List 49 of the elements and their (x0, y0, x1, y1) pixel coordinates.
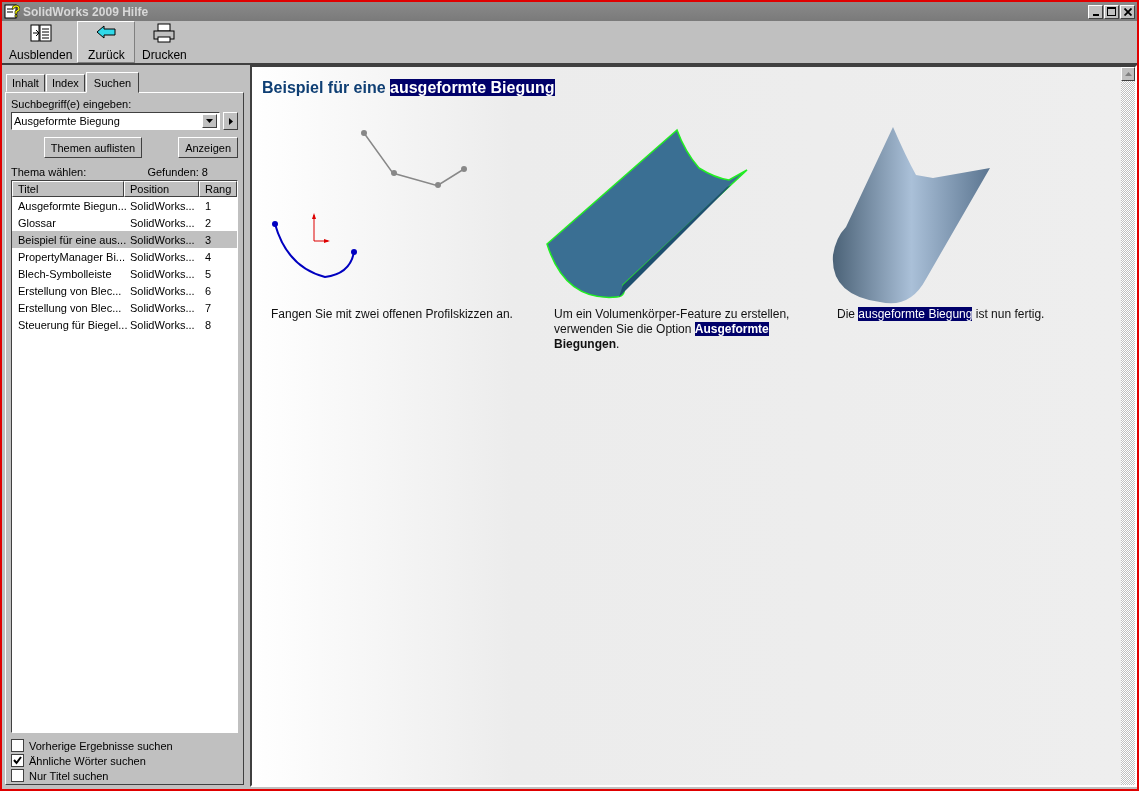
result-row[interactable]: Blech-Symbolleiste SolidWorks... 5 (12, 265, 237, 282)
window-title: SolidWorks 2009 Hilfe (23, 4, 150, 19)
found-count: Gefunden: 8 (147, 166, 208, 178)
result-row[interactable]: Erstellung von Blec... SolidWorks... 7 (12, 299, 237, 316)
checkbox[interactable] (11, 769, 24, 782)
printer-icon (153, 22, 176, 43)
dropdown-button[interactable] (202, 114, 217, 128)
scroll-up-button[interactable] (1121, 67, 1135, 81)
checkbox-label: Vorherige Ergebnisse suchen (29, 739, 173, 752)
checkbox[interactable] (11, 739, 24, 752)
maximize-icon (1107, 7, 1116, 16)
step-caption: Fangen Sie mit zwei offenen Profilskizzen an. (271, 307, 514, 322)
close-icon (1123, 7, 1132, 16)
checkbox-label: Ähnliche Wörter suchen (29, 754, 146, 767)
dropdown-arrow-icon (206, 119, 213, 123)
step-caption: Die ausgeformte Biegung ist nun fertig. (837, 307, 1046, 322)
result-row[interactable]: Erstellung von Blec... SolidWorks... 6 (12, 282, 237, 299)
topic-label: Thema wählen: (11, 166, 87, 178)
tab[interactable]: Suchen (85, 72, 140, 93)
close-button[interactable] (1120, 4, 1135, 19)
result-row[interactable]: Beispiel für eine aus... SolidWorks... 3 (12, 231, 237, 248)
column-header[interactable]: Titel (12, 181, 124, 197)
search-label: Suchbegriff(e) eingeben: (11, 98, 133, 110)
tab[interactable]: Inhalt (6, 74, 45, 92)
checkbox-label: Nur Titel suchen (29, 769, 109, 782)
column-header[interactable]: Position (124, 181, 199, 197)
result-row[interactable]: PropertyManager Bi... SolidWorks... 4 (12, 248, 237, 265)
minimize-icon (1092, 13, 1099, 16)
checkmark-icon (13, 756, 22, 765)
maximize-button[interactable] (1104, 4, 1119, 19)
action-button[interactable]: Themen auflisten (43, 137, 143, 158)
result-row[interactable]: Glossar SolidWorks... 2 (12, 214, 237, 231)
checkbox[interactable] (11, 754, 24, 767)
minimize-button[interactable] (1088, 4, 1103, 19)
panel-icon (29, 22, 52, 43)
step-caption: Um ein Volumenkörper-Feature zu erstellen, verwenden Sie die Option Ausgeformte Biegungen. (554, 307, 791, 352)
right-arrow-icon (228, 117, 233, 125)
result-row[interactable]: Ausgeformte Biegun... SolidWorks... 1 (12, 197, 237, 214)
arrow-button[interactable] (223, 112, 238, 130)
toolbar-button[interactable]: Zurück (77, 21, 136, 63)
action-button[interactable]: Anzeigen (178, 137, 238, 158)
up-arrow-icon (1124, 72, 1132, 76)
page-heading: Beispiel für eine ausgeformte Biegung (262, 79, 556, 97)
help-app-icon (4, 2, 20, 19)
search-combo-field[interactable]: Ausgeformte Biegung (11, 112, 220, 130)
vertical-scrollbar[interactable] (1121, 67, 1135, 785)
result-row[interactable]: Steuerung für Biegel... SolidWorks... 8 (12, 316, 237, 333)
column-header[interactable]: Rang (199, 181, 238, 197)
tab[interactable]: Index (45, 74, 85, 92)
